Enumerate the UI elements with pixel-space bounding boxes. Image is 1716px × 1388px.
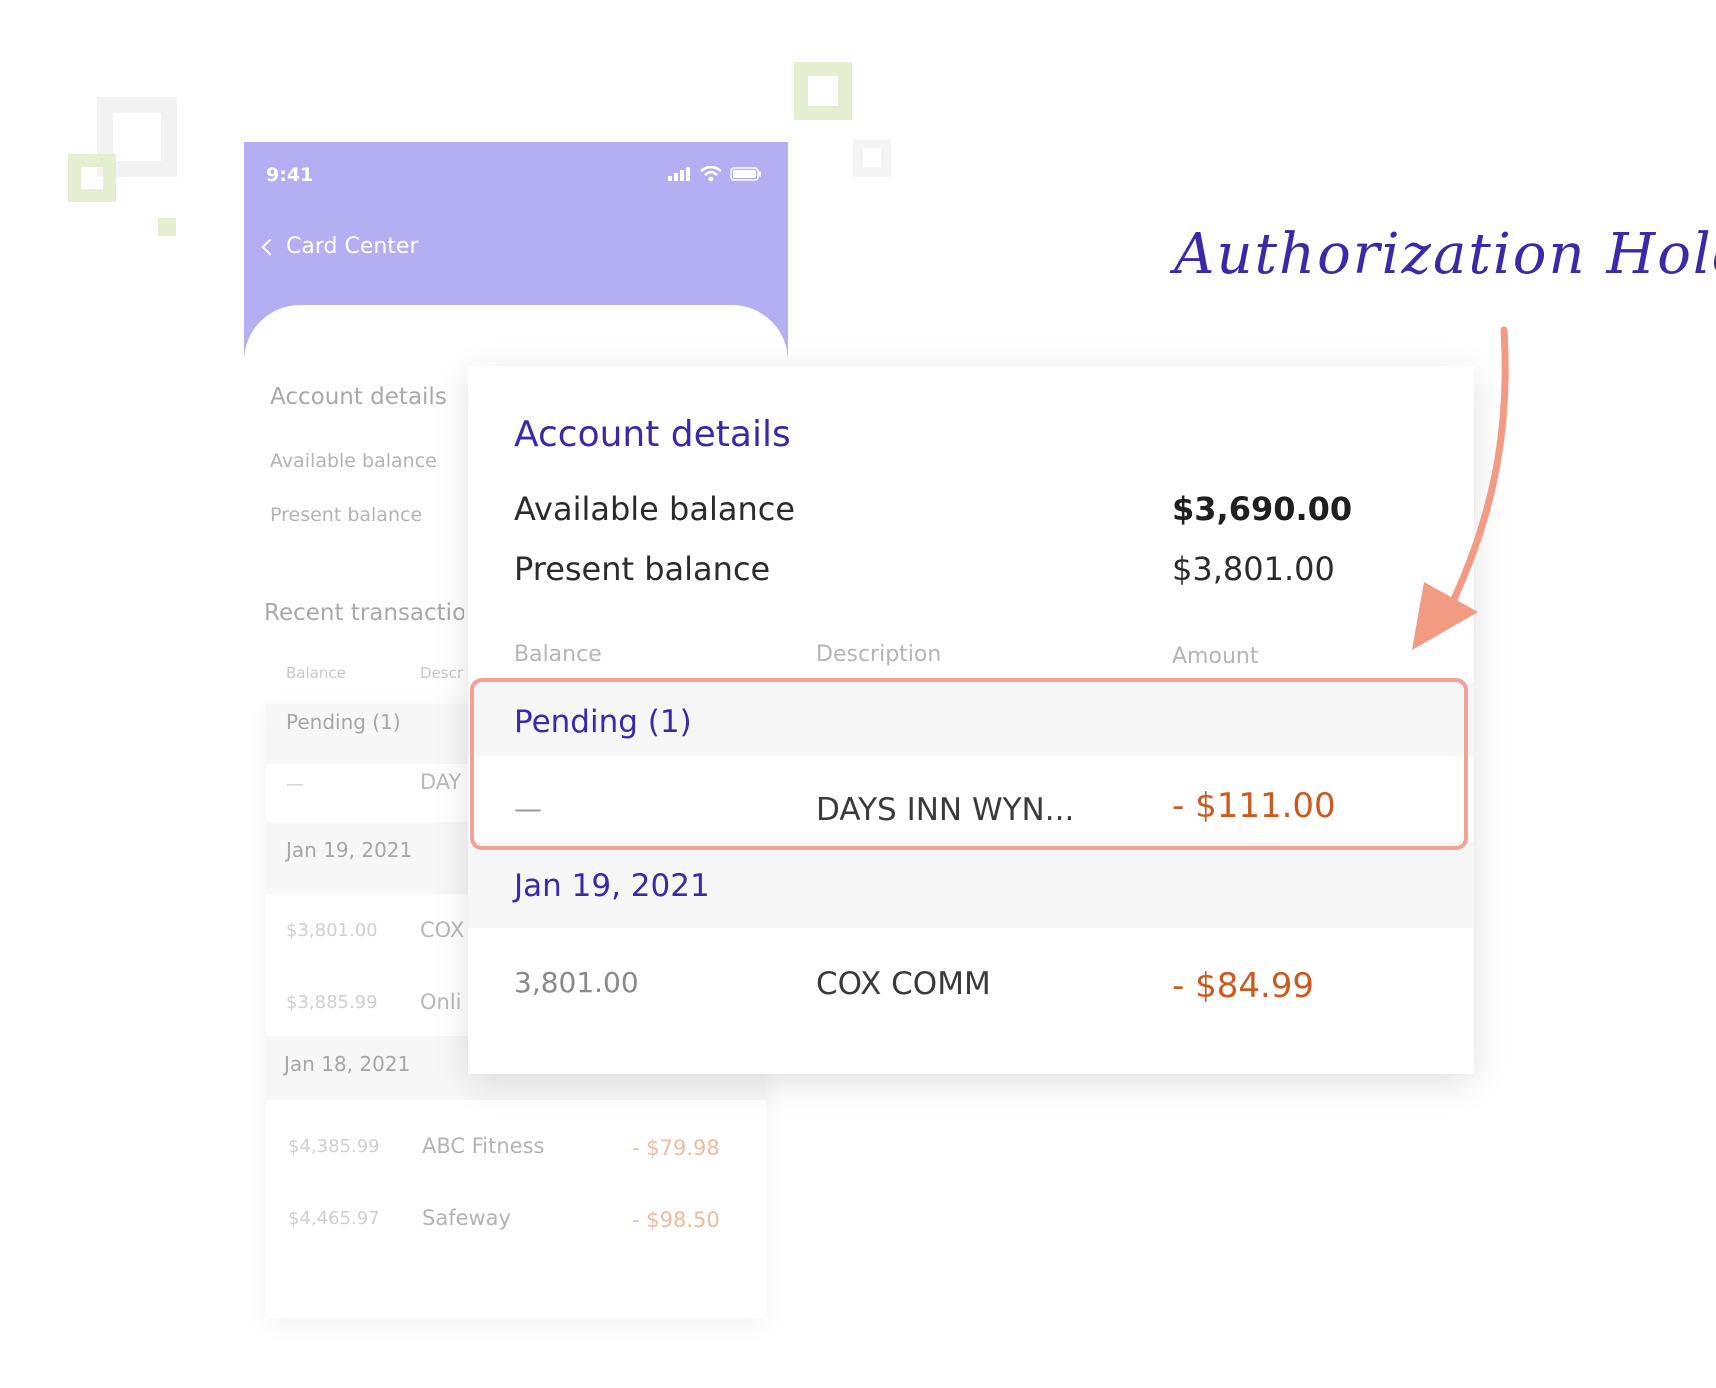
- bg-pending-balance: —: [286, 774, 304, 795]
- annotation-arrow-icon: [1412, 326, 1509, 650]
- bg-recent-title: Recent transaction: [264, 600, 464, 626]
- bg-row-amount: - $98.50: [632, 1208, 720, 1232]
- bg-row-description: ABC Fitness: [422, 1134, 545, 1158]
- back-button[interactable]: Card Center: [261, 234, 419, 259]
- bg-row-description: COX: [420, 918, 465, 942]
- present-balance-value: $3,801.00: [1172, 550, 1335, 588]
- present-balance-label: Present balance: [514, 550, 771, 588]
- status-time: 9:41: [266, 164, 314, 186]
- battery-icon: [730, 167, 761, 181]
- date-row-amount: - $84.99: [1172, 966, 1315, 1006]
- bg-col-balance: Balance: [286, 664, 346, 682]
- bg-row-description: Safeway: [422, 1206, 511, 1230]
- chevron-left-icon: [261, 238, 279, 255]
- signal-icon: [668, 167, 690, 181]
- bg-pending-group: Pending (1): [286, 710, 401, 734]
- decor-square: [794, 62, 852, 120]
- bg-row-amount: - $79.98: [632, 1136, 720, 1160]
- decor-square: [158, 218, 176, 236]
- status-icons: [668, 166, 762, 182]
- wifi-icon: [700, 166, 722, 182]
- account-details-title: Account details: [514, 414, 791, 455]
- bg-row-balance: $3,801.00: [286, 920, 378, 941]
- available-balance-value: $3,690.00: [1172, 490, 1353, 528]
- pending-highlight-box: [470, 678, 1468, 850]
- date-row-description[interactable]: COX COMM: [816, 966, 991, 1002]
- bg-available-label: Available balance: [270, 450, 437, 472]
- date-group-label: Jan 19, 2021: [514, 868, 710, 904]
- date-row-balance: 3,801.00: [514, 966, 639, 999]
- bg-row-description: Onli: [420, 990, 462, 1014]
- bg-group-date: Jan 19, 2021: [286, 838, 413, 862]
- bg-row-balance: $4,465.97: [288, 1208, 380, 1229]
- back-label: Card Center: [286, 234, 419, 259]
- decor-square: [68, 154, 116, 202]
- bg-section-title: Account details: [270, 384, 447, 410]
- bg-row-balance: $4,385.99: [288, 1136, 380, 1157]
- available-balance-label: Available balance: [514, 490, 795, 528]
- column-header-description: Description: [816, 642, 942, 667]
- column-header-balance: Balance: [514, 642, 602, 667]
- decor-square: [853, 139, 891, 177]
- annotation-label: Authorization Hold: [1174, 222, 1716, 287]
- bg-col-description: Descr: [420, 664, 464, 682]
- bg-row-balance: $3,885.99: [286, 992, 378, 1013]
- column-header-amount: Amount: [1172, 644, 1259, 669]
- bg-pending-description: DAY: [420, 770, 462, 794]
- bg-present-label: Present balance: [270, 504, 423, 526]
- bg-group-date: Jan 18, 2021: [284, 1052, 411, 1076]
